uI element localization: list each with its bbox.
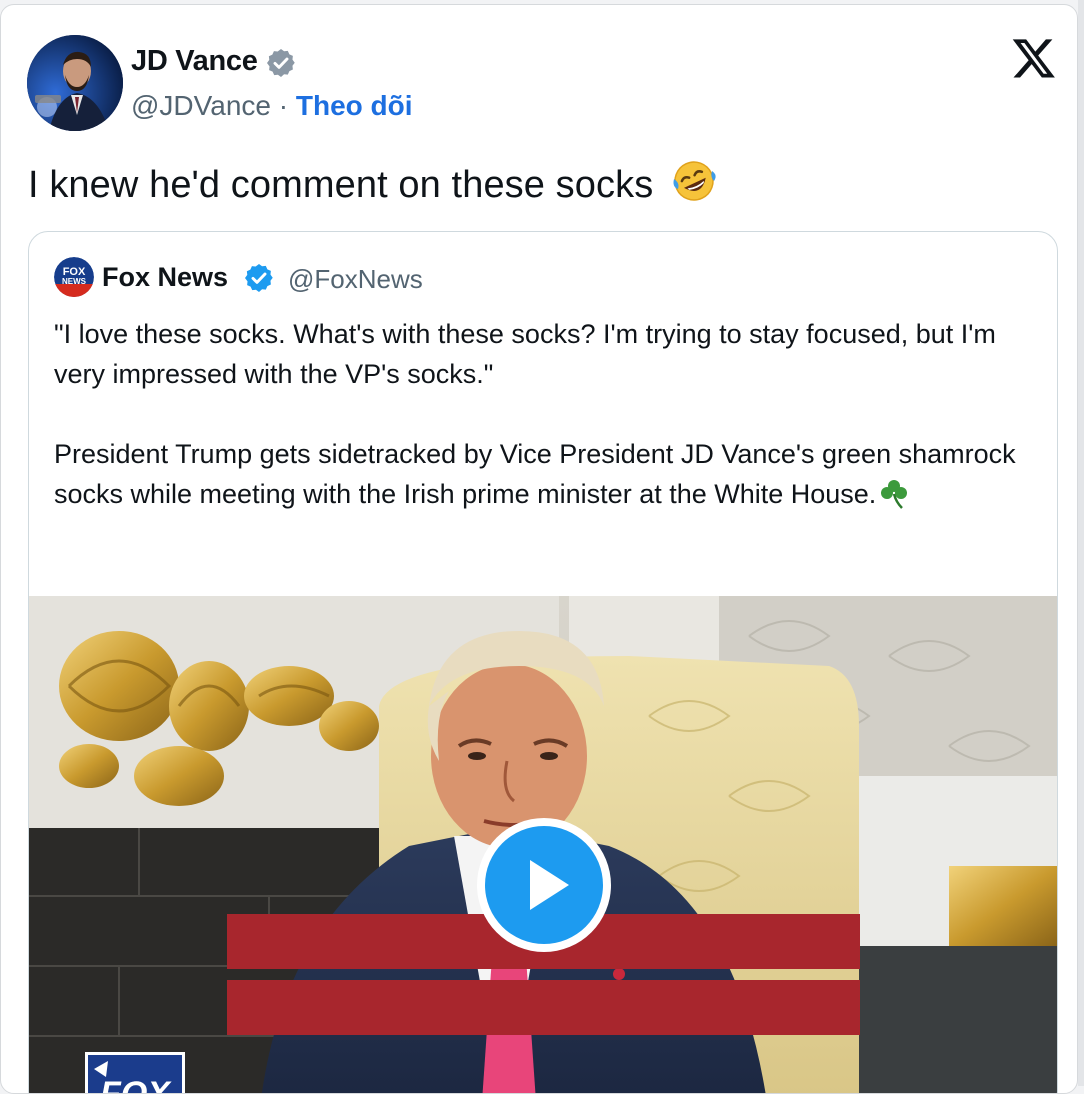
verified-badge-icon	[265, 47, 297, 79]
shamrock-icon	[876, 475, 912, 511]
rolling-laughing-emoji-icon	[670, 157, 718, 205]
fox-watermark: FOX	[85, 1052, 185, 1094]
author-name[interactable]: JD Vance	[131, 45, 258, 78]
quoted-tweet[interactable]: FOX NEWS Fox News @FoxNews "I love these…	[28, 231, 1058, 1094]
follow-button[interactable]: Theo dõi	[296, 90, 413, 121]
page-edge	[1078, 0, 1084, 1086]
verified-badge-icon	[243, 262, 275, 294]
quoted-tweet-text: "I love these socks. What's with these s…	[54, 314, 1044, 514]
author-handle-row: @JDVance · Theo dõi	[131, 90, 413, 122]
tweet-text: I knew he'd comment on these socks	[28, 157, 718, 207]
tweet-text-content: I knew he'd comment on these socks	[28, 164, 654, 206]
author-avatar[interactable]	[27, 35, 123, 131]
x-logo-icon[interactable]	[1011, 35, 1061, 85]
quote-paragraph-2-text: President Trump gets sidetracked by Vice…	[54, 439, 1016, 509]
fox-news-logo[interactable]: FOX NEWS	[54, 257, 94, 297]
play-icon[interactable]	[485, 826, 603, 944]
separator-dot: ·	[270, 90, 296, 121]
redaction-bar	[227, 980, 860, 1035]
quoted-author-name[interactable]: Fox News	[102, 262, 228, 293]
author-handle[interactable]: @JDVance	[131, 90, 271, 121]
play-button[interactable]	[477, 818, 611, 952]
tweet-card: JD Vance @JDVance · Theo dõi I knew he'd…	[0, 4, 1078, 1094]
video-thumbnail[interactable]: FOX	[29, 596, 1057, 1094]
svg-text:FOX: FOX	[100, 1075, 172, 1094]
quoted-author-handle[interactable]: @FoxNews	[288, 264, 423, 295]
quote-paragraph-1: "I love these socks. What's with these s…	[54, 319, 996, 389]
quote-paragraph-2: President Trump gets sidetracked by Vice…	[54, 434, 1044, 514]
svg-text:NEWS: NEWS	[62, 277, 87, 286]
